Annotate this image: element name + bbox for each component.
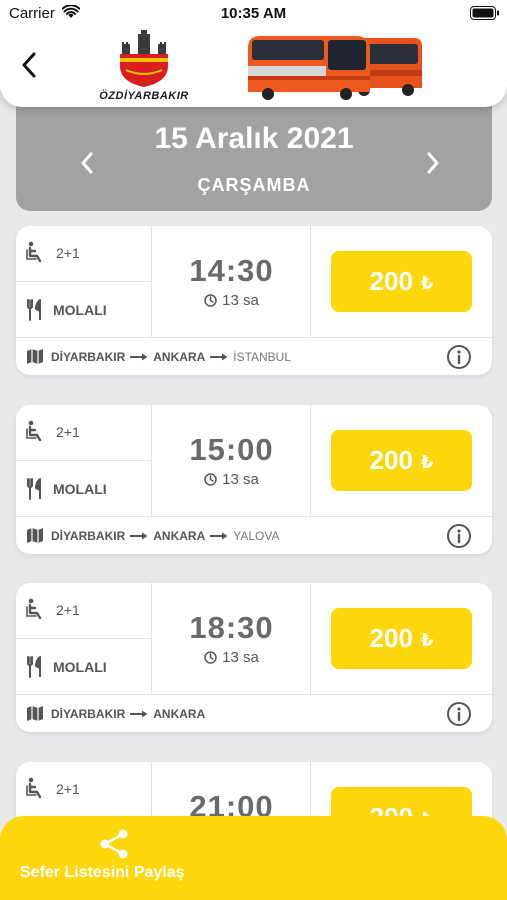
seat-layout: 2+1 [56, 602, 80, 618]
route: DİYARBAKIR ANKARA [51, 707, 205, 721]
route: DİYARBAKIR ANKARA YALOVA [51, 529, 279, 543]
trip-duration: 13 sa [152, 292, 311, 309]
map-icon [26, 705, 44, 727]
bus-image [246, 30, 422, 100]
trip-card[interactable]: 2+1 MOLALI 18:30 13 sa 200 ₺ DİYARBAKIR … [16, 583, 492, 732]
route-stop: DİYARBAKIR [51, 707, 126, 721]
seat-layout: 2+1 [56, 781, 80, 797]
trip-price: 200 ₺ [311, 583, 492, 694]
back-button[interactable] [12, 48, 46, 82]
break-row: MOLALI [16, 461, 152, 516]
cutlery-icon [26, 478, 46, 505]
duration-text: 13 sa [222, 471, 259, 488]
date-selector: 15 Aralık 2021 ÇARŞAMBA [16, 94, 492, 211]
trip-price: 200 ₺ [311, 226, 492, 337]
trip-price: 200 ₺ [311, 405, 492, 516]
trip-time: 15:00 13 sa [152, 405, 311, 516]
route-stop: ANKARA [153, 529, 206, 543]
battery-icon [470, 6, 500, 25]
route-stop: ANKARA [153, 707, 206, 721]
price-amount: 200 [369, 623, 413, 653]
route-stop: ANKARA [153, 350, 206, 364]
departure-time: 14:30 [189, 253, 274, 288]
map-icon [26, 348, 44, 370]
seat-layout: 2+1 [56, 245, 80, 261]
price-amount: 200 [369, 445, 413, 475]
route-arrow-icon [210, 353, 228, 361]
route-stop: YALOVA [233, 529, 280, 543]
cutlery-icon [26, 299, 46, 326]
trip-time: 14:30 13 sa [152, 226, 311, 337]
trip-card[interactable]: 2+1 MOLALI 14:30 13 sa 200 ₺ DİYARBAKIR … [16, 226, 492, 375]
trip-card[interactable]: 2+1 MOLALI 15:00 13 sa 200 ₺ DİYARBAKIR … [16, 405, 492, 554]
status-bar: Carrier 10:35 AM [0, 0, 507, 28]
route-arrow-icon [130, 532, 148, 540]
price-button[interactable]: 200 ₺ [331, 251, 472, 312]
chevron-left-icon [81, 152, 93, 174]
seat-layout-row: 2+1 [16, 405, 152, 461]
seat-icon [26, 420, 48, 447]
share-icon [98, 828, 130, 865]
next-date-button[interactable] [418, 148, 448, 178]
route-stop: İSTANBUL [233, 350, 292, 364]
route-row: DİYARBAKIR ANKARA YALOVA [16, 516, 492, 554]
route-arrow-icon [210, 532, 228, 540]
route-arrow-icon [130, 353, 148, 361]
chevron-left-icon [22, 52, 36, 78]
selected-day: ÇARŞAMBA [197, 175, 311, 195]
company-logo: ÖZDİYARBAKIR [86, 30, 202, 102]
route-arrow-icon [130, 710, 148, 718]
clock-icon [204, 473, 217, 486]
trip-duration: 13 sa [152, 649, 311, 666]
break-row: MOLALI [16, 282, 152, 337]
share-trip-list-button[interactable]: Sefer Listesini Paylaş [0, 816, 507, 900]
seat-icon [26, 241, 48, 268]
trip-time: 18:30 13 sa [152, 583, 311, 694]
info-icon[interactable] [446, 344, 472, 375]
break-label: MOLALI [53, 302, 107, 318]
seat-layout: 2+1 [56, 424, 80, 440]
trip-features: 2+1 MOLALI [16, 226, 152, 337]
price-amount: 200 [369, 266, 413, 296]
seat-icon [26, 777, 48, 804]
currency-symbol: ₺ [420, 273, 434, 293]
seat-icon [26, 598, 48, 625]
cutlery-icon [26, 656, 46, 683]
trip-duration: 13 sa [152, 471, 311, 488]
route: DİYARBAKIR ANKARA İSTANBUL [51, 350, 291, 364]
clock: 10:35 AM [220, 5, 287, 22]
share-label: Sefer Listesini Paylaş [20, 864, 185, 881]
departure-time: 15:00 [189, 432, 274, 467]
trip-features: 2+1 MOLALI [16, 583, 152, 694]
break-row: MOLALI [16, 639, 152, 694]
seat-layout-row: 2+1 [16, 762, 152, 818]
departure-time: 18:30 [189, 610, 274, 645]
seat-layout-row: 2+1 [16, 226, 152, 282]
route-row: DİYARBAKIR ANKARA İSTANBUL [16, 337, 492, 375]
clock-icon [204, 651, 217, 664]
duration-text: 13 sa [222, 649, 259, 666]
currency-symbol: ₺ [420, 630, 434, 650]
price-button[interactable]: 200 ₺ [331, 608, 472, 669]
clock-icon [204, 294, 217, 307]
info-icon[interactable] [446, 523, 472, 554]
map-icon [26, 527, 44, 549]
route-row: DİYARBAKIR ANKARA [16, 694, 492, 732]
info-icon[interactable] [446, 701, 472, 732]
route-stop: DİYARBAKIR [51, 529, 126, 543]
currency-symbol: ₺ [420, 452, 434, 472]
chevron-right-icon [427, 152, 439, 174]
break-label: MOLALI [53, 659, 107, 675]
previous-date-button[interactable] [72, 148, 102, 178]
trip-features: 2+1 MOLALI [16, 405, 152, 516]
duration-text: 13 sa [222, 292, 259, 309]
route-stop: DİYARBAKIR [51, 350, 126, 364]
break-label: MOLALI [53, 481, 107, 497]
price-button[interactable]: 200 ₺ [331, 430, 472, 491]
seat-layout-row: 2+1 [16, 583, 152, 639]
logo-text: ÖZDİYARBAKIR [99, 90, 189, 102]
